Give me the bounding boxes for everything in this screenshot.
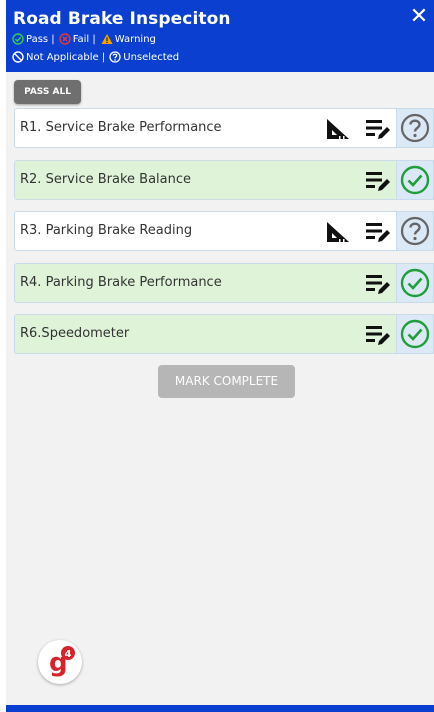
pass-check-icon[interactable] (396, 159, 434, 200)
unselected-question-icon (109, 51, 121, 63)
app-logo[interactable]: g 4 (38, 640, 82, 684)
close-icon[interactable]: ✕ (407, 5, 431, 29)
checklist-row[interactable]: R2. Service Brake Balance (14, 159, 434, 200)
edit-notes-icon[interactable] (365, 168, 391, 194)
legend-pass-label: Pass | (26, 33, 55, 45)
legend-unselected-label: Unselected (123, 51, 180, 63)
edit-notes-icon[interactable] (365, 116, 391, 142)
legend-line-1: Pass | Fail | Warning (12, 33, 156, 45)
checklist-row[interactable]: R1. Service Brake Performance (14, 108, 434, 148)
legend-line-2: Not Applicable | Unselected (12, 51, 179, 63)
header: Road Brake Inspeciton ✕ Pass | Fail | Wa… (6, 0, 434, 72)
checklist-row[interactable]: R4. Parking Brake Performance (14, 262, 434, 303)
unselected-question-icon[interactable] (396, 211, 434, 251)
pass-check-icon (12, 33, 24, 45)
measurement-ruler-icon[interactable] (325, 116, 351, 142)
legend-not-applicable-label: Not Applicable | (26, 51, 106, 63)
row-label: R6.Speedometer (20, 326, 130, 341)
checklist-row[interactable]: R3. Parking Brake Reading (14, 211, 434, 251)
pass-all-button[interactable]: PASS ALL (14, 80, 81, 104)
mark-complete-button[interactable]: MARK COMPLETE (158, 365, 295, 398)
logo-badge-count: 4 (65, 649, 72, 660)
pass-check-icon[interactable] (396, 262, 434, 303)
checklist-row[interactable]: R6.Speedometer (14, 314, 434, 354)
row-label: R2. Service Brake Balance (20, 171, 192, 187)
edit-notes-icon[interactable] (365, 322, 391, 348)
measurement-ruler-icon[interactable] (325, 219, 351, 245)
row-label: R1. Service Brake Performance (20, 120, 222, 135)
pass-check-icon[interactable] (396, 314, 434, 354)
edit-notes-icon[interactable] (365, 219, 391, 245)
app-frame: Road Brake Inspeciton ✕ Pass | Fail | Wa… (6, 0, 434, 712)
page-title: Road Brake Inspeciton (13, 9, 231, 29)
bottom-bar (6, 705, 434, 712)
edit-notes-icon[interactable] (365, 271, 391, 297)
unselected-question-icon[interactable] (396, 108, 434, 148)
legend-fail-label: Fail | (72, 33, 96, 45)
warning-icon (101, 33, 113, 45)
fail-x-icon (58, 33, 71, 45)
row-label: R4. Parking Brake Performance (20, 274, 222, 290)
legend-warning-label: Warning (114, 33, 156, 45)
not-applicable-icon (12, 51, 24, 63)
row-label: R3. Parking Brake Reading (20, 223, 193, 238)
